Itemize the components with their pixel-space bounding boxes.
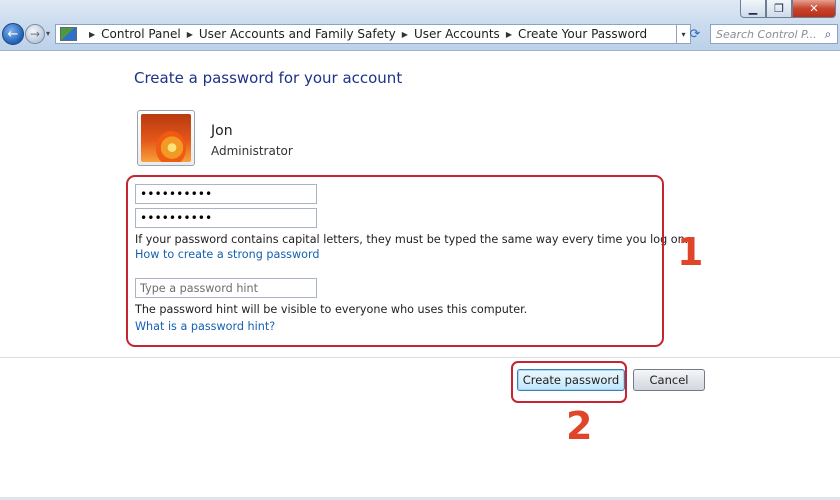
- window-toolbar: ▁ ❐ ✕ ← → ▾ ▶ Control Panel ▶ User Accou…: [0, 0, 840, 51]
- close-button[interactable]: ✕: [792, 0, 836, 18]
- step-number-1: 1: [677, 230, 704, 274]
- breadcrumb-item-create-your-password[interactable]: Create Your Password: [518, 27, 647, 41]
- search-icon[interactable]: ⌕: [821, 26, 835, 42]
- breadcrumb-separator-icon[interactable]: ▶: [89, 30, 95, 39]
- window-controls: ▁ ❐ ✕: [740, 0, 836, 20]
- recent-pages-dropdown-icon[interactable]: ▾: [46, 29, 50, 38]
- user-name: Jon: [211, 123, 233, 139]
- back-arrow-icon[interactable]: ←: [2, 23, 24, 45]
- breadcrumb-separator-icon[interactable]: ▶: [187, 30, 193, 39]
- search-input[interactable]: [711, 25, 821, 43]
- breadcrumb-item-user-accounts[interactable]: User Accounts: [414, 27, 500, 41]
- maximize-button[interactable]: ❐: [766, 0, 792, 18]
- breadcrumb-separator-icon[interactable]: ▶: [506, 30, 512, 39]
- refresh-icon[interactable]: ⟳: [684, 24, 706, 44]
- divider: [0, 357, 840, 358]
- breadcrumb-item-control-panel[interactable]: Control Panel: [101, 27, 181, 41]
- flower-picture-icon: [141, 114, 191, 162]
- address-bar[interactable]: ▶ Control Panel ▶ User Accounts and Fami…: [55, 24, 677, 44]
- button-highlight-box: [511, 361, 627, 403]
- avatar: [137, 110, 195, 166]
- forward-arrow-icon[interactable]: →: [25, 24, 45, 44]
- search-box[interactable]: ⌕: [710, 24, 838, 44]
- breadcrumb-separator-icon[interactable]: ▶: [402, 30, 408, 39]
- page-title: Create a password for your account: [134, 69, 403, 87]
- cancel-button[interactable]: Cancel: [633, 369, 705, 391]
- minimize-button[interactable]: ▁: [740, 0, 766, 18]
- breadcrumb-item-user-accounts-family-safety[interactable]: User Accounts and Family Safety: [199, 27, 396, 41]
- form-highlight-box: [126, 175, 664, 347]
- control-panel-icon: [60, 27, 77, 41]
- step-number-2: 2: [566, 404, 593, 448]
- user-role: Administrator: [211, 144, 293, 158]
